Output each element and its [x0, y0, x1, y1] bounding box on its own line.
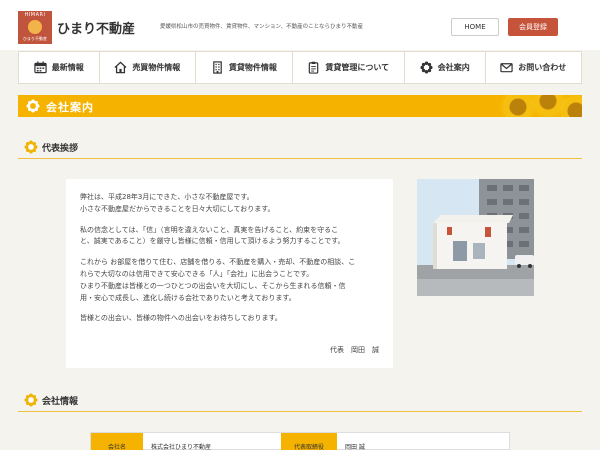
company-section-header: 会社情報 [18, 390, 582, 412]
nav-label: 会社案内 [437, 63, 470, 72]
site-header: HIMARI ひまり不動産 ひまり不動産 愛媛県松山市の売買物件、賃貸物件、マン… [0, 0, 600, 50]
greeting-text: ひまり不動産は皆様との一つひとつの出会いを大切にし、そこから生まれる信頼・信 [80, 281, 346, 290]
logo[interactable]: HIMARI ひまり不動産 [18, 11, 52, 44]
nav-label: お問い合わせ [518, 63, 567, 72]
home-button[interactable]: HOME [451, 18, 499, 36]
greeting-text: れらで大切なのは信用できて安心できる「人」「会社」に出会うことです。 [80, 269, 314, 278]
nav-item-rental-properties[interactable]: 賃貸物件情報 [196, 52, 293, 83]
nav-item-news[interactable]: 最新情報 [19, 52, 100, 83]
office-building-image [417, 179, 534, 296]
flower-icon [24, 393, 38, 407]
nav-label: 売買物件情報 [132, 63, 181, 72]
greeting-card: 弊社は、平成28年3月にできた、小さな不動産屋です。 小さな不動産屋だからできる… [66, 179, 393, 368]
greeting-section-header: 代表挨拶 [18, 137, 582, 159]
company-info-table: 会社名 株式会社ひまり不動産 代表取締役 岡田 誠 [90, 432, 510, 450]
page-title-banner: 会社案内 [18, 95, 582, 117]
nav-item-company[interactable]: 会社案内 [405, 52, 486, 83]
mail-icon [500, 63, 513, 73]
table-header-cell: 会社名 [91, 433, 143, 450]
table-header-cell: 代表取締役 [281, 433, 337, 450]
logo-text-bottom: ひまり不動産 [23, 36, 47, 41]
greeting-text: 小さな不動産屋だからできることを日々大切にしております。 [80, 204, 275, 213]
nav-label: 賃貸物件情報 [228, 63, 277, 72]
calendar-icon [34, 61, 47, 74]
section-title: 代表挨拶 [42, 144, 79, 154]
greeting-text: これから お部屋を借りて住む、店舗を借りる、不動産を購入・売却、不動産の相談、こ [80, 258, 356, 267]
greeting-text: 用・安心で成長し、進化し続ける会社でありたいと考えております。 [80, 293, 296, 302]
building-icon [213, 61, 222, 74]
site-name[interactable]: ひまり不動産 [57, 18, 135, 37]
greeting-text: 皆様との出会い、皆様の物件への出会いをお待ちしております。 [80, 314, 282, 323]
flower-icon [24, 140, 38, 154]
nav-item-sale-properties[interactable]: 売買物件情報 [100, 52, 197, 83]
logo-text-top: HIMARI [24, 12, 46, 18]
clipboard-icon [309, 61, 319, 74]
table-cell: 岡田 誠 [345, 444, 365, 450]
member-register-button[interactable]: 会員登録 [508, 18, 558, 36]
site-tagline: 愛媛県松山市の売買物件、賃貸物件、マンション、不動産のことならひまり不動産 [160, 24, 364, 30]
table-cell: 株式会社ひまり不動産 [151, 444, 212, 450]
house-icon [114, 61, 127, 74]
global-nav: 最新情報 売買物件情報 賃貸物件情報 賃貸管理について 会社案内 お問い合わせ [18, 51, 582, 84]
greeting-text: と、誠実であること）を厳守し皆様に信頼・信用して頂けるよう努力することです。 [80, 237, 345, 246]
nav-item-contact[interactable]: お問い合わせ [486, 52, 582, 83]
flower-icon [26, 99, 40, 113]
sunflower-logo-icon [28, 20, 42, 34]
greeting-text: 弊社は、平成28年3月にできた、小さな不動産屋です。 [80, 193, 254, 201]
nav-item-rental-management[interactable]: 賃貸管理について [293, 52, 405, 83]
greeting-signature: 代表 岡田 誠 [330, 346, 379, 354]
nav-label: 賃貸管理について [325, 63, 390, 72]
office-photo [417, 179, 534, 296]
section-title: 会社情報 [42, 397, 79, 407]
page-title: 会社案内 [46, 101, 94, 114]
nav-label: 最新情報 [51, 63, 84, 72]
sunflower-decoration [558, 95, 582, 117]
flower-icon [420, 61, 433, 74]
greeting-text: 私の信念としては、「信」（言明を違えないこと、真実を告げること、約束を守るこ [80, 225, 339, 234]
